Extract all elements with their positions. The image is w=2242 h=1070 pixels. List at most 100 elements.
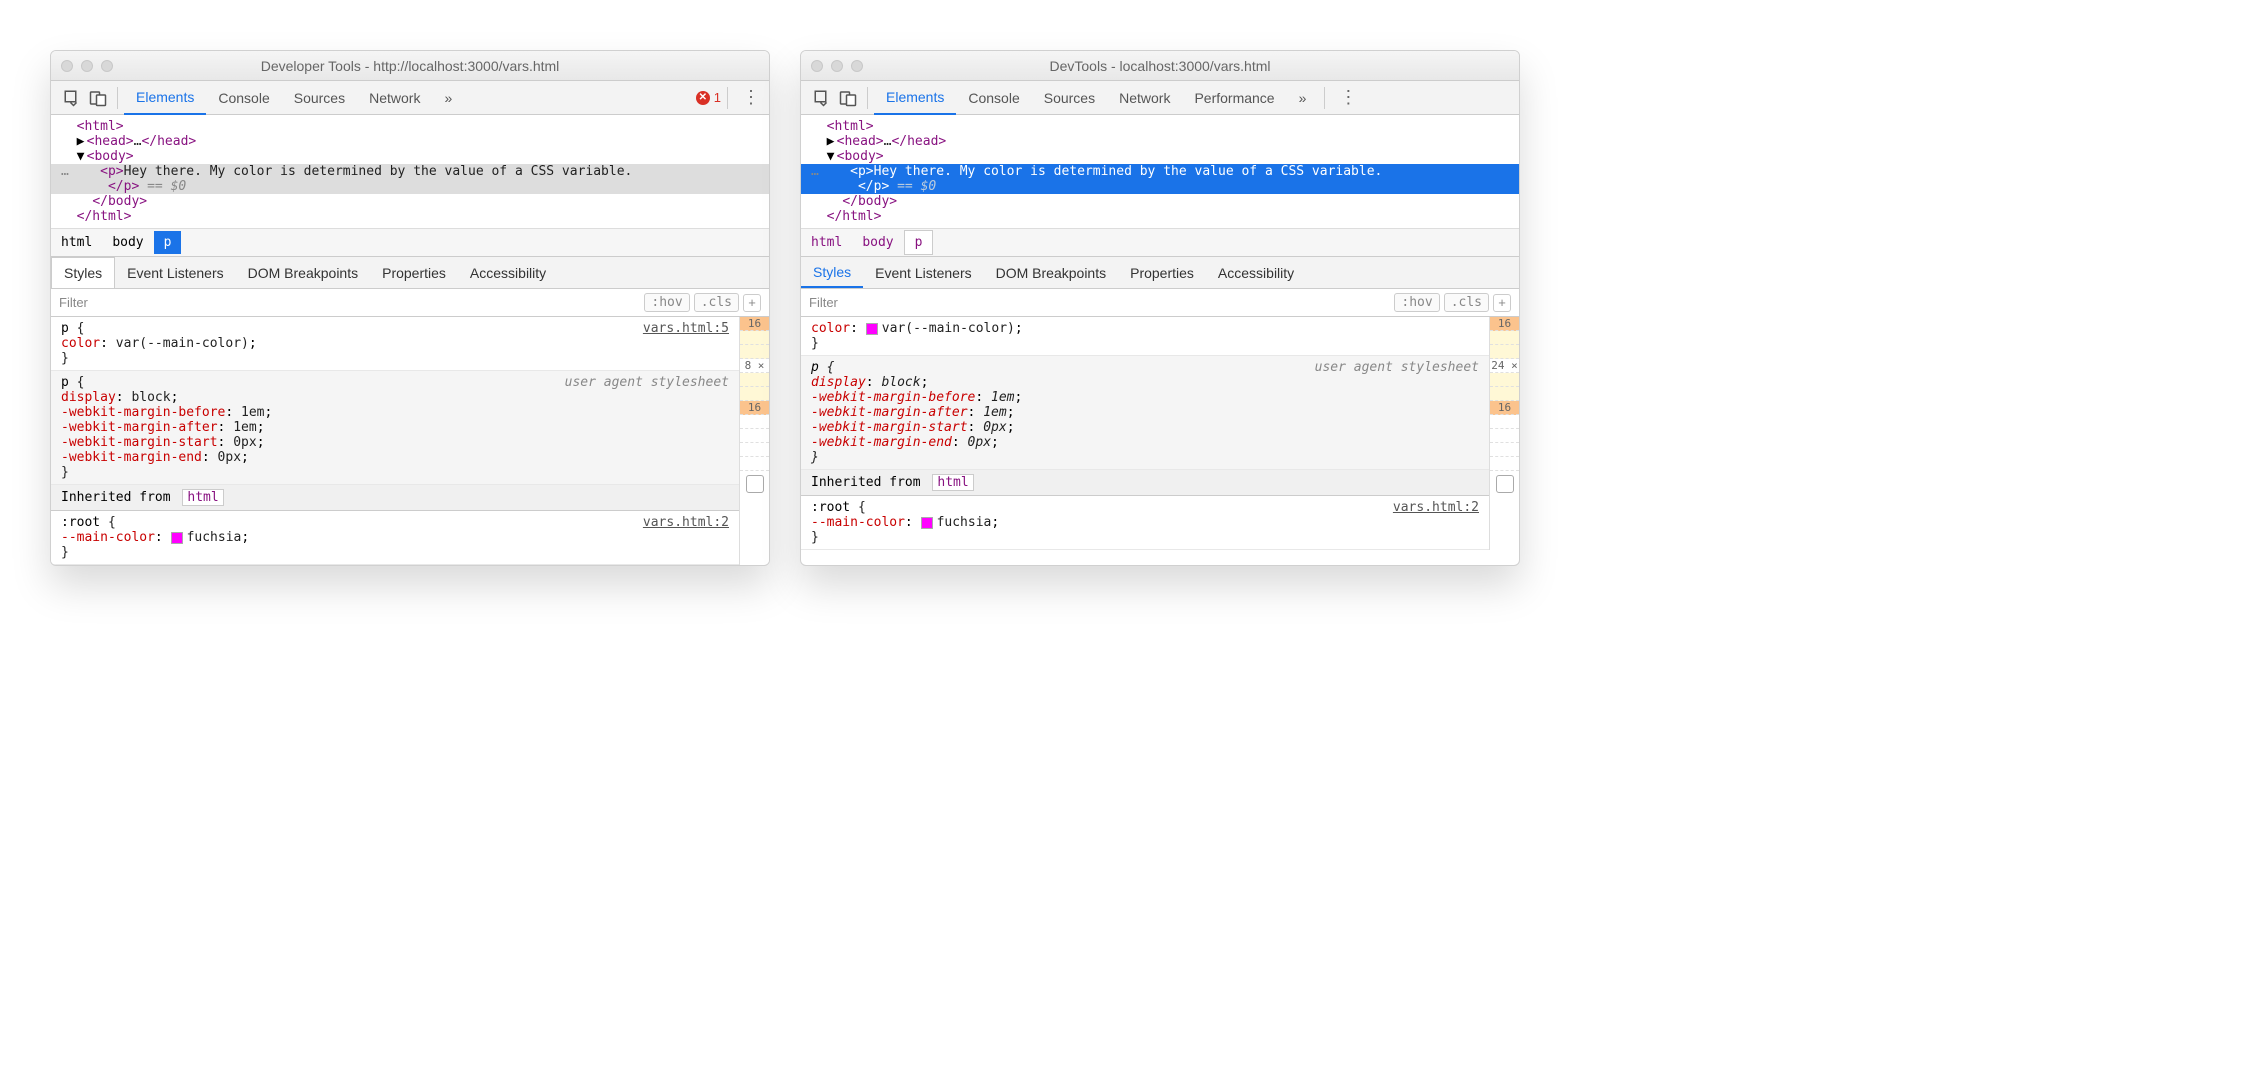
subtab-dom-breakpoints[interactable]: DOM Breakpoints bbox=[984, 257, 1118, 288]
rule-source-link[interactable]: vars.html:2 bbox=[1393, 500, 1479, 515]
subtab-event-listeners[interactable]: Event Listeners bbox=[115, 257, 236, 288]
style-declaration[interactable]: -webkit-margin-start: 0px; bbox=[61, 435, 729, 450]
dom-node[interactable]: ▼<body> bbox=[801, 149, 1519, 164]
devtools-window: DevTools - localhost:3000/vars.html Elem… bbox=[800, 50, 1520, 566]
panel-tab-more[interactable]: » bbox=[1287, 81, 1319, 115]
inspect-icon[interactable] bbox=[809, 85, 835, 111]
filter-input[interactable]: Filter bbox=[59, 295, 640, 310]
rule-selector[interactable]: :root { bbox=[811, 500, 1479, 515]
dom-node[interactable]: <html> bbox=[801, 119, 1519, 134]
dom-node[interactable]: ▶<head>…</head> bbox=[51, 134, 769, 149]
minimize-icon[interactable] bbox=[831, 60, 843, 72]
style-declaration[interactable]: -webkit-margin-end: 0px; bbox=[811, 435, 1479, 450]
dom-node[interactable]: </body> bbox=[801, 194, 1519, 209]
error-count[interactable]: ✕1 bbox=[696, 90, 721, 105]
devtools-window: Developer Tools - http://localhost:3000/… bbox=[50, 50, 770, 566]
panel-tab-more[interactable]: » bbox=[432, 81, 464, 115]
color-swatch[interactable] bbox=[866, 323, 878, 335]
inherited-tag[interactable]: html bbox=[182, 489, 223, 506]
panel-tab-elements[interactable]: Elements bbox=[124, 81, 206, 115]
color-swatch[interactable] bbox=[921, 517, 933, 529]
hov-toggle[interactable]: :hov bbox=[644, 293, 689, 312]
breadcrumb-html[interactable]: html bbox=[51, 231, 102, 254]
zoom-icon[interactable] bbox=[851, 60, 863, 72]
subtab-dom-breakpoints[interactable]: DOM Breakpoints bbox=[236, 257, 370, 288]
dom-node[interactable]: </html> bbox=[801, 209, 1519, 224]
overview-row bbox=[1490, 429, 1519, 443]
style-declaration[interactable]: -webkit-margin-after: 1em; bbox=[61, 420, 729, 435]
breadcrumb-body[interactable]: body bbox=[102, 231, 153, 254]
minimize-icon[interactable] bbox=[81, 60, 93, 72]
style-declaration[interactable]: -webkit-margin-end: 0px; bbox=[61, 450, 729, 465]
rule-selector[interactable]: p { bbox=[61, 321, 729, 336]
panel-tabs: ElementsConsoleSourcesNetwork» bbox=[124, 81, 464, 115]
overview-row bbox=[1490, 457, 1519, 471]
close-icon[interactable] bbox=[811, 60, 823, 72]
breadcrumb-html[interactable]: html bbox=[801, 231, 852, 254]
style-declaration[interactable]: -webkit-margin-start: 0px; bbox=[811, 420, 1479, 435]
overview-row bbox=[740, 387, 769, 401]
checkbox[interactable] bbox=[746, 475, 764, 493]
ellipsis-icon: … bbox=[811, 164, 819, 179]
overview-row: 8 × bbox=[740, 359, 769, 373]
style-declaration[interactable]: -webkit-margin-before: 1em; bbox=[811, 390, 1479, 405]
subtab-properties[interactable]: Properties bbox=[370, 257, 458, 288]
style-declaration[interactable]: -webkit-margin-before: 1em; bbox=[61, 405, 729, 420]
style-declaration[interactable]: color: var(--main-color); bbox=[811, 321, 1479, 336]
separator bbox=[867, 87, 868, 109]
subtab-properties[interactable]: Properties bbox=[1118, 257, 1206, 288]
dom-node[interactable]: ▼<body> bbox=[51, 149, 769, 164]
zoom-icon[interactable] bbox=[101, 60, 113, 72]
style-declaration[interactable]: -webkit-margin-after: 1em; bbox=[811, 405, 1479, 420]
checkbox[interactable] bbox=[1496, 475, 1514, 493]
dom-node-selected[interactable]: … <p>Hey there. My color is determined b… bbox=[51, 164, 769, 194]
filter-input[interactable]: Filter bbox=[809, 295, 1390, 310]
panel-tab-sources[interactable]: Sources bbox=[1032, 81, 1107, 115]
style-declaration[interactable]: display: block; bbox=[61, 390, 729, 405]
inherited-tag[interactable]: html bbox=[932, 474, 973, 491]
panel-tab-network[interactable]: Network bbox=[357, 81, 432, 115]
panel-tab-console[interactable]: Console bbox=[956, 81, 1031, 115]
style-declaration[interactable]: display: block; bbox=[811, 375, 1479, 390]
subtab-event-listeners[interactable]: Event Listeners bbox=[863, 257, 984, 288]
subtab-styles[interactable]: Styles bbox=[51, 257, 115, 288]
breadcrumb-body[interactable]: body bbox=[852, 231, 903, 254]
styles-filter-bar: Filter :hov .cls + bbox=[51, 289, 769, 317]
styles-tabs: StylesEvent ListenersDOM BreakpointsProp… bbox=[51, 257, 769, 289]
subtab-styles[interactable]: Styles bbox=[801, 257, 863, 288]
new-style-rule-icon[interactable]: + bbox=[743, 294, 761, 312]
breadcrumb-p[interactable]: p bbox=[154, 231, 182, 254]
rule-source-link[interactable]: vars.html:2 bbox=[643, 515, 729, 530]
device-toggle-icon[interactable] bbox=[835, 85, 861, 111]
panel-tab-console[interactable]: Console bbox=[206, 81, 281, 115]
dom-node[interactable]: </html> bbox=[51, 209, 769, 224]
panel-tab-sources[interactable]: Sources bbox=[282, 81, 357, 115]
styles-left: color: var(--main-color);}user agent sty… bbox=[801, 317, 1489, 550]
new-style-rule-icon[interactable]: + bbox=[1493, 294, 1511, 312]
breadcrumb-p[interactable]: p bbox=[904, 230, 934, 255]
kebab-menu-icon[interactable]: ⋮ bbox=[1339, 87, 1358, 108]
panel-tab-elements[interactable]: Elements bbox=[874, 81, 956, 115]
panel-tab-performance[interactable]: Performance bbox=[1182, 81, 1286, 115]
rule-source-link[interactable]: vars.html:5 bbox=[643, 321, 729, 336]
style-declaration[interactable]: --main-color: fuchsia; bbox=[811, 515, 1479, 530]
dom-node[interactable]: ▶<head>…</head> bbox=[801, 134, 1519, 149]
cls-toggle[interactable]: .cls bbox=[694, 293, 739, 312]
subtab-accessibility[interactable]: Accessibility bbox=[1206, 257, 1306, 288]
kebab-menu-icon[interactable]: ⋮ bbox=[742, 87, 761, 108]
subtab-accessibility[interactable]: Accessibility bbox=[458, 257, 558, 288]
color-swatch[interactable] bbox=[171, 532, 183, 544]
style-declaration[interactable]: --main-color: fuchsia; bbox=[61, 530, 729, 545]
close-icon[interactable] bbox=[61, 60, 73, 72]
cls-toggle[interactable]: .cls bbox=[1444, 293, 1489, 312]
style-declaration[interactable]: color: var(--main-color); bbox=[61, 336, 729, 351]
dom-node[interactable]: </body> bbox=[51, 194, 769, 209]
panel-tab-network[interactable]: Network bbox=[1107, 81, 1182, 115]
dom-node[interactable]: <html> bbox=[51, 119, 769, 134]
device-toggle-icon[interactable] bbox=[85, 85, 111, 111]
dom-node-selected[interactable]: … <p>Hey there. My color is determined b… bbox=[801, 164, 1519, 194]
hov-toggle[interactable]: :hov bbox=[1394, 293, 1439, 312]
inspect-icon[interactable] bbox=[59, 85, 85, 111]
rule-selector[interactable]: :root { bbox=[61, 515, 729, 530]
overview-row bbox=[1490, 331, 1519, 345]
